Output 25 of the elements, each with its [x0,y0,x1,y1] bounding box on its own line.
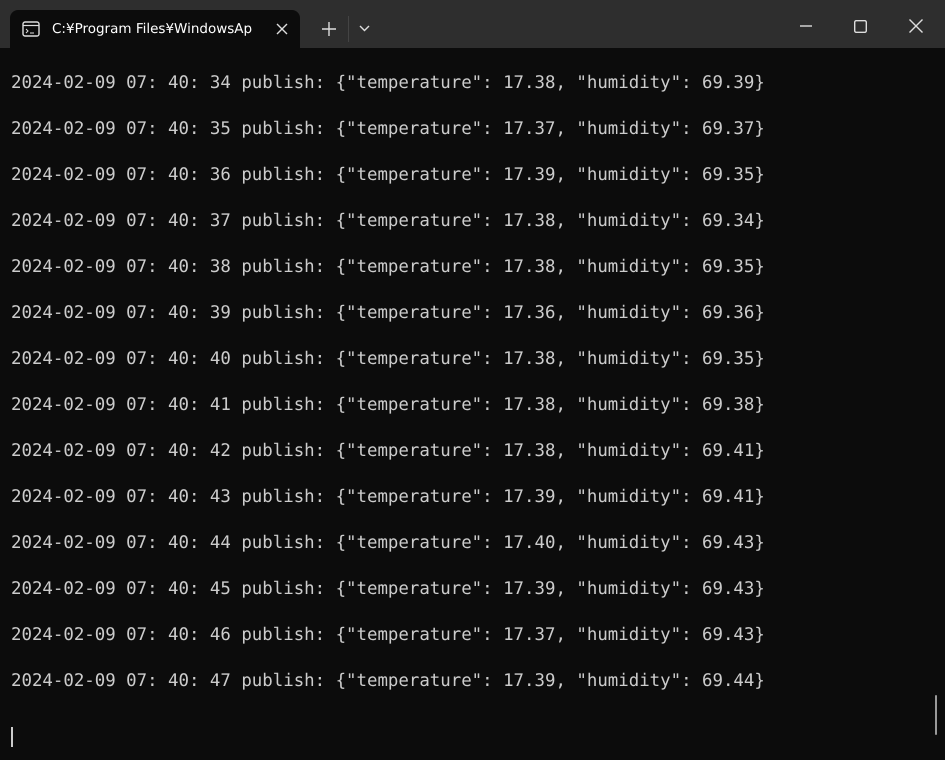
log-line: 2024-02-09 07: 40: 43 publish: {"temperature": 17.39, "humidity": 69.41} [11,486,766,509]
terminal-icon [22,21,40,37]
log-line: 2024-02-09 07: 40: 42 publish: {"temperature": 17.38, "humidity": 69.41} [11,440,766,463]
log-line: 2024-02-09 07: 40: 41 publish: {"temperature": 17.38, "humidity": 69.38} [11,394,766,417]
log-line: 2024-02-09 07: 40: 44 publish: {"temperature": 17.40, "humidity": 69.43} [11,532,766,555]
log-line: 2024-02-09 07: 40: 35 publish: {"temperature": 17.37, "humidity": 69.37} [11,118,766,141]
log-line: 2024-02-09 07: 40: 45 publish: {"temperature": 17.39, "humidity": 69.43} [11,578,766,601]
log-line: 2024-02-09 07: 40: 34 publish: {"temperature": 17.38, "humidity": 69.39} [11,72,766,95]
log-line: 2024-02-09 07: 40: 39 publish: {"temperature": 17.36, "humidity": 69.36} [11,302,766,325]
text-cursor [11,727,13,747]
new-tab-icon[interactable] [322,22,336,36]
log-line: 2024-02-09 07: 40: 40 publish: {"temperature": 17.38, "humidity": 69.35} [11,348,766,371]
scrollbar-thumb[interactable] [935,695,937,735]
close-tab-icon[interactable] [276,23,288,35]
close-icon[interactable] [909,19,923,33]
terminal-tab[interactable]: C:¥Program Files¥WindowsAp [10,10,300,48]
minimize-icon[interactable] [800,25,812,27]
log-line: 2024-02-09 07: 40: 47 publish: {"temperature": 17.39, "humidity": 69.44} [11,670,766,693]
maximize-icon[interactable] [854,20,867,32]
tab-title: C:¥Program Files¥WindowsAp [52,21,254,37]
log-line: 2024-02-09 07: 40: 46 publish: {"temperature": 17.37, "humidity": 69.43} [11,624,766,647]
log-line: 2024-02-09 07: 40: 37 publish: {"temperature": 17.38, "humidity": 69.34} [11,210,766,233]
log-line: 2024-02-09 07: 40: 38 publish: {"temperature": 17.38, "humidity": 69.35} [11,256,766,279]
dropdown-icon[interactable] [359,25,370,32]
log-line: 2024-02-09 07: 40: 36 publish: {"temperature": 17.39, "humidity": 69.35} [11,164,766,187]
